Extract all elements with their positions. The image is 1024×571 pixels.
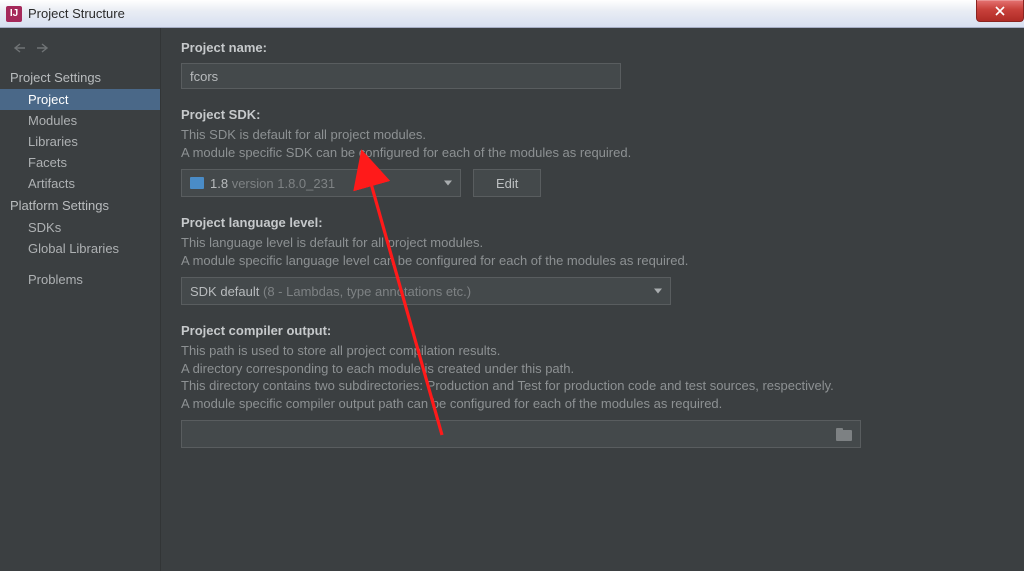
edit-sdk-button[interactable]: Edit [473, 169, 541, 197]
sidebar-item-libraries[interactable]: Libraries [0, 131, 160, 152]
compiler-output-help-2: A directory corresponding to each module… [181, 360, 1004, 378]
project-sdk-value-primary: 1.8 [210, 176, 228, 191]
language-level-label: Project language level: [181, 215, 1004, 230]
language-level-help-1: This language level is default for all p… [181, 234, 1004, 252]
window-title: Project Structure [28, 6, 125, 21]
compiler-output-path-input[interactable] [181, 420, 861, 448]
close-icon [994, 6, 1006, 16]
compiler-output-help-3: This directory contains two subdirectori… [181, 377, 1004, 395]
sidebar-item-project[interactable]: Project [0, 89, 160, 110]
sidebar-item-artifacts[interactable]: Artifacts [0, 173, 160, 194]
titlebar: IJ Project Structure [0, 0, 1024, 28]
project-name-input[interactable] [181, 63, 621, 89]
compiler-output-label: Project compiler output: [181, 323, 1004, 338]
sidebar-item-problems[interactable]: Problems [0, 269, 160, 290]
jdk-icon [190, 177, 204, 189]
project-sdk-dropdown[interactable]: 1.8 version 1.8.0_231 [181, 169, 461, 197]
window-close-button[interactable] [976, 0, 1024, 22]
app-icon: IJ [6, 6, 22, 22]
main-panel: Project name: Project SDK: This SDK is d… [161, 28, 1024, 571]
language-level-help-2: A module specific language level can be … [181, 252, 1004, 270]
chevron-down-icon [654, 289, 662, 294]
sidebar-item-modules[interactable]: Modules [0, 110, 160, 131]
chevron-down-icon [444, 181, 452, 186]
arrow-right-icon [36, 42, 50, 54]
sidebar-section-project-settings: Project Settings [0, 66, 160, 89]
project-name-label: Project name: [181, 40, 1004, 55]
sidebar-section-platform-settings: Platform Settings [0, 194, 160, 217]
project-sdk-help-2: A module specific SDK can be configured … [181, 144, 1004, 162]
project-sdk-help-1: This SDK is default for all project modu… [181, 126, 1004, 144]
sidebar-item-sdks[interactable]: SDKs [0, 217, 160, 238]
folder-icon [836, 428, 852, 441]
sidebar-item-global-libraries[interactable]: Global Libraries [0, 238, 160, 259]
language-level-value-secondary: (8 - Lambdas, type annotations etc.) [263, 284, 471, 299]
language-level-dropdown[interactable]: SDK default (8 - Lambdas, type annotatio… [181, 277, 671, 305]
language-level-value-primary: SDK default [190, 284, 259, 299]
sidebar: Project Settings Project Modules Librari… [0, 28, 161, 571]
project-sdk-value-secondary: version 1.8.0_231 [232, 176, 335, 191]
sidebar-item-facets[interactable]: Facets [0, 152, 160, 173]
compiler-output-help-4: A module specific compiler output path c… [181, 395, 1004, 413]
compiler-output-help-1: This path is used to store all project c… [181, 342, 1004, 360]
project-sdk-label: Project SDK: [181, 107, 1004, 122]
nav-back-button[interactable] [10, 40, 28, 56]
arrow-left-icon [12, 42, 26, 54]
nav-forward-button[interactable] [34, 40, 52, 56]
